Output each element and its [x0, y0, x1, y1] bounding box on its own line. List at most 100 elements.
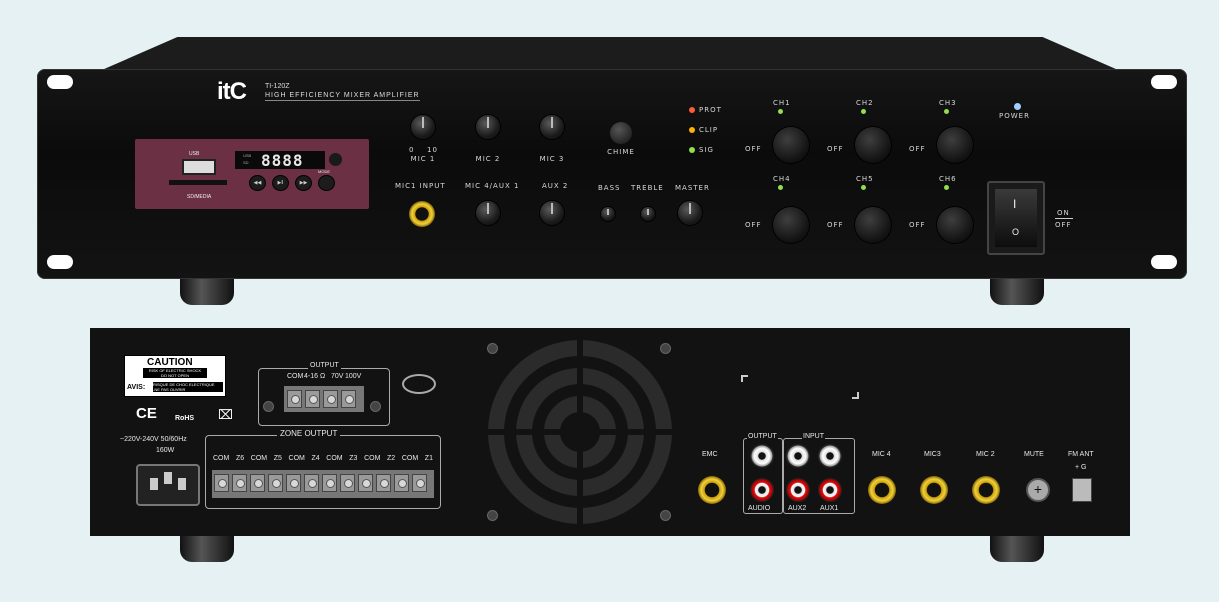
- zone-terminal[interactable]: [304, 474, 319, 492]
- usb-label: USB: [189, 151, 200, 157]
- sd-slot[interactable]: [169, 180, 227, 185]
- mic4-aux1-knob[interactable]: [476, 201, 500, 225]
- power-spec: ~220V-240V 50/60Hz: [120, 436, 187, 443]
- zone-terminal[interactable]: [286, 474, 301, 492]
- aux2-label: AUX 2: [542, 182, 569, 190]
- power-label: POWER: [999, 112, 1030, 120]
- zone-terminal[interactable]: [268, 474, 283, 492]
- bass-label: BASS: [598, 184, 621, 192]
- output-terminal[interactable]: [323, 390, 338, 408]
- treble-label: TREBLE: [631, 184, 664, 192]
- iec-power-socket[interactable]: [136, 464, 200, 506]
- ch5-knob[interactable]: [855, 207, 891, 243]
- oval-hole: [402, 374, 436, 394]
- zone-terminal[interactable]: [322, 474, 337, 492]
- mode-button[interactable]: [319, 176, 334, 190]
- output-terminal[interactable]: [287, 390, 302, 408]
- emc-jack[interactable]: [698, 476, 726, 504]
- mic1-knob[interactable]: [411, 115, 435, 139]
- power-switch[interactable]: I O: [987, 181, 1045, 255]
- weee-icon: ⌧: [218, 407, 233, 422]
- zone-terminal[interactable]: [250, 474, 265, 492]
- zone-terminal-block[interactable]: [212, 470, 434, 498]
- mic2-rear-jack[interactable]: [972, 476, 1000, 504]
- mic2-knob[interactable]: [476, 115, 500, 139]
- zone-label: Z5: [273, 455, 282, 462]
- mic4-rear-jack[interactable]: [868, 476, 896, 504]
- mic4-rear-label: MIC 4: [872, 451, 891, 458]
- mute-knob[interactable]: +: [1026, 478, 1050, 502]
- avis-text: RISQUE DE CHOC ELECTRIQUE -NE PAS OUVRIR: [153, 382, 223, 392]
- brand-logo: itC: [217, 78, 247, 105]
- zone-terminal[interactable]: [340, 474, 355, 492]
- ch5-label: CH5: [856, 175, 874, 183]
- rca-output-left[interactable]: [750, 444, 774, 468]
- ch4-knob[interactable]: [773, 207, 809, 243]
- master-knob[interactable]: [678, 201, 702, 225]
- zone-labels: COM Z6 COM Z5 COM Z4 COM Z3 COM Z2 COM Z…: [213, 455, 433, 462]
- rca-output-right[interactable]: [750, 478, 774, 502]
- play-pause-button[interactable]: ▶‖: [273, 176, 288, 190]
- rca-output-title: OUTPUT: [747, 433, 778, 440]
- zone-terminal[interactable]: [358, 474, 373, 492]
- zone-terminal[interactable]: [376, 474, 391, 492]
- ch2-off: OFF: [827, 145, 844, 153]
- clip-led: [689, 127, 695, 133]
- display-sd-indicator: SD: [243, 160, 249, 165]
- mic3-knob[interactable]: [540, 115, 564, 139]
- rca-aux1-left[interactable]: [818, 444, 842, 468]
- zone-terminal[interactable]: [412, 474, 427, 492]
- rca-aux2-right[interactable]: [786, 478, 810, 502]
- fm-label: FM ANT: [1068, 451, 1094, 458]
- zone-label: Z3: [349, 455, 358, 462]
- output-com: COM: [287, 373, 304, 380]
- product-subtitle: HIGH EFFICIENCY MIXER AMPLIFIER: [265, 92, 420, 101]
- aux2-knob[interactable]: [540, 201, 564, 225]
- zone-label: COM: [250, 455, 268, 462]
- ch5-led: [861, 185, 866, 190]
- ch3-led: [944, 109, 949, 114]
- scale-max: 10: [427, 146, 438, 154]
- sig-label: SIG: [699, 146, 714, 154]
- zone-terminal[interactable]: [232, 474, 247, 492]
- switch-divider: [1055, 218, 1073, 219]
- mic1-input-jack[interactable]: [409, 201, 435, 227]
- mount-screw: [370, 401, 381, 412]
- zone-label: Z2: [387, 455, 396, 462]
- prev-button[interactable]: ◀◀: [250, 176, 265, 190]
- output-terminal[interactable]: [305, 390, 320, 408]
- rack-hole: [1151, 255, 1177, 269]
- chime-button[interactable]: [610, 122, 632, 144]
- rear-panel: CAUTION RISK OF ELECTRIC SHOCK DO NOT OP…: [90, 328, 1130, 536]
- zone-label: COM: [213, 455, 230, 462]
- rca-aux1-right[interactable]: [818, 478, 842, 502]
- zone-label: COM: [364, 455, 381, 462]
- media-player-panel: USB SD/MEDIA USB SD 8888 ◀◀ ▶‖ ▶▶ MODE: [135, 139, 369, 209]
- rear-right-foot: [990, 532, 1044, 562]
- mic2-label: MIC 2: [475, 155, 501, 163]
- mute-label: MUTE: [1024, 451, 1044, 458]
- switch-on-label: ON: [1057, 209, 1070, 217]
- corner-mark: [852, 392, 859, 399]
- fan-screw: [487, 510, 498, 521]
- usb-port[interactable]: [182, 159, 216, 175]
- treble-knob[interactable]: [641, 207, 655, 221]
- next-button[interactable]: ▶▶: [296, 176, 311, 190]
- output-70v: 70V: [331, 373, 344, 380]
- ch1-knob[interactable]: [773, 127, 809, 163]
- zone-terminal[interactable]: [214, 474, 229, 492]
- zone-label: COM: [326, 455, 343, 462]
- rca-input-title: INPUT: [802, 433, 825, 440]
- switch-i-mark: I: [1013, 197, 1017, 211]
- output-terminal[interactable]: [341, 390, 356, 408]
- ch6-knob[interactable]: [937, 207, 973, 243]
- ch3-knob[interactable]: [937, 127, 973, 163]
- fm-antenna-terminal[interactable]: [1072, 478, 1092, 502]
- mic3-rear-jack[interactable]: [920, 476, 948, 504]
- zone-terminal[interactable]: [394, 474, 409, 492]
- ch2-knob[interactable]: [855, 127, 891, 163]
- rca-aux2-left[interactable]: [786, 444, 810, 468]
- rca-aux1-label: AUX1: [820, 505, 839, 512]
- fan-screw: [487, 343, 498, 354]
- bass-knob[interactable]: [601, 207, 615, 221]
